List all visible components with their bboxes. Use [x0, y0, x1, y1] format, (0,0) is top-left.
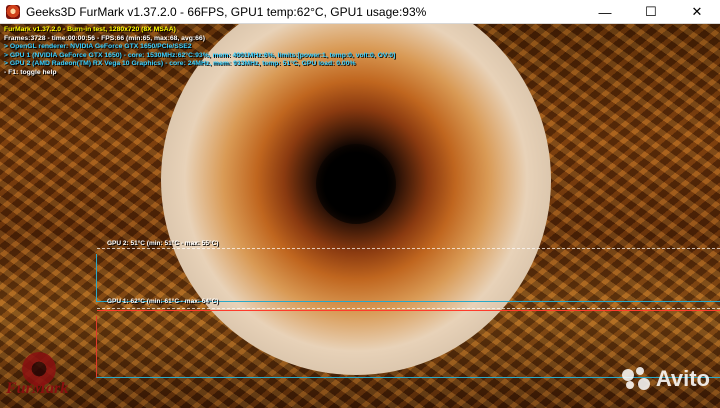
close-button[interactable]: ✕ [674, 0, 720, 24]
gpu1-max-line [97, 308, 720, 309]
gpu2-max-line [97, 248, 720, 249]
gpu1-temperature-curve [97, 310, 720, 311]
window-controls: — ☐ ✕ [582, 0, 720, 24]
osd-gpu2-line: > GPU 2 (AMD Radeon(TM) RX Vega 10 Graph… [4, 60, 356, 68]
avito-logo-icon [621, 367, 652, 391]
furmark-app-icon [6, 4, 20, 19]
avito-watermark-text: Avito [655, 366, 710, 391]
osd-frames-line: Frames:3728 - time:00:00:56 - FPS:66 (mi… [4, 34, 205, 42]
furmark-logo-text: FurMark [6, 380, 69, 397]
furmark-logo: FurMark [4, 352, 74, 406]
avito-watermark: Avito [621, 366, 710, 392]
maximize-button[interactable]: ☐ [628, 0, 674, 24]
eye-pupil [316, 144, 396, 224]
window-title: Geeks3D FurMark v1.37.2.0 - 66FPS, GPU1 … [26, 4, 427, 19]
minimize-button[interactable]: — [582, 0, 628, 24]
render-viewport[interactable]: FurMark v1.37.2.0 - Burn-in test, 1280x7… [0, 24, 720, 408]
osd-title-line: FurMark v1.37.2.0 - Burn-in test, 1280x7… [4, 26, 176, 33]
gpu1-graph-label: GPU 1: 62°C (min: 61°C - max: 64°C) [107, 298, 219, 305]
title-bar: Geeks3D FurMark v1.37.2.0 - 66FPS, GPU1 … [0, 0, 720, 24]
osd-help-line: - F1: toggle help [4, 68, 57, 76]
osd-overlay: FurMark v1.37.2.0 - Burn-in test, 1280x7… [4, 26, 395, 78]
gpu2-temperature-graph: GPU 2: 51°C (min: 51°C - max: 55°C) [96, 240, 720, 302]
osd-renderer-line: > OpenGL renderer: NVIDIA GeForce GTX 16… [4, 43, 192, 51]
gpu2-graph-label: GPU 2: 51°C (min: 51°C - max: 55°C) [107, 240, 219, 247]
